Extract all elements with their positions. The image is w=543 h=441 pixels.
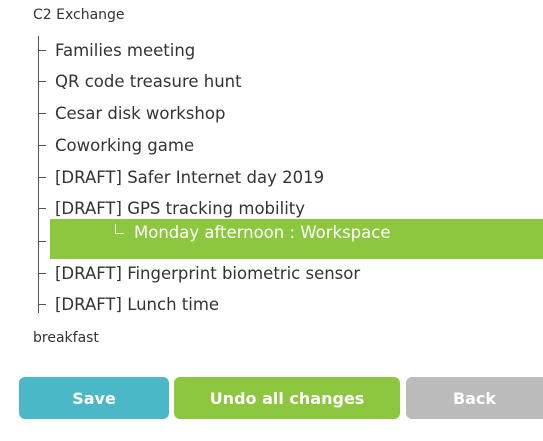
tree-item-label: Coworking game bbox=[55, 135, 195, 155]
tree-child-connector bbox=[115, 224, 124, 234]
tree-item[interactable]: Coworking game bbox=[38, 134, 194, 156]
tree-branch-tick bbox=[38, 272, 46, 274]
save-button[interactable]: Save bbox=[19, 377, 169, 419]
tree-branch-tick bbox=[38, 303, 46, 305]
tree-item-label: Families meeting bbox=[55, 40, 196, 60]
tree-branch-tick bbox=[38, 49, 46, 51]
tree-item-label: QR code treasure hunt bbox=[55, 71, 242, 91]
tree-item[interactable]: QR code treasure hunt bbox=[38, 70, 242, 92]
tree-bottom-label: breakfast bbox=[33, 330, 99, 346]
tree-item[interactable]: [DRAFT] Safer Internet day 2019 bbox=[38, 166, 324, 188]
tree-item-label: [DRAFT] GPS tracking mobility bbox=[55, 198, 306, 218]
tree-item-label: Cesar disk workshop bbox=[55, 103, 226, 123]
tree-item-label: [DRAFT] Fingerprint biometric sensor bbox=[55, 263, 361, 283]
tree-branch-tick bbox=[38, 241, 46, 242]
tree-item[interactable]: [DRAFT] Fingerprint biometric sensor bbox=[38, 262, 360, 284]
tree-branch-tick bbox=[38, 207, 46, 209]
tree-item-label: [DRAFT] Lunch time bbox=[55, 294, 220, 314]
tree-item-label: Monday afternoon : Workspace bbox=[134, 222, 391, 242]
tree-item[interactable]: Cesar disk workshop bbox=[38, 102, 225, 124]
tree-branch-tick bbox=[38, 176, 46, 178]
tree-branch-tick bbox=[38, 112, 46, 114]
undo-all-changes-button[interactable]: Undo all changes bbox=[174, 377, 400, 419]
tree-item[interactable]: [DRAFT] GPS tracking mobility bbox=[38, 197, 305, 219]
event-tree: Families meeting QR code treasure hunt C… bbox=[0, 0, 543, 330]
tree-branch-tick bbox=[38, 144, 46, 146]
tree-item[interactable]: [DRAFT] Lunch time bbox=[38, 293, 219, 315]
tree-item-selected[interactable]: Monday afternoon : Workspace bbox=[115, 220, 390, 244]
tree-item[interactable]: Families meeting bbox=[38, 39, 195, 61]
back-button[interactable]: Back bbox=[406, 377, 543, 419]
tree-item-label: [DRAFT] Safer Internet day 2019 bbox=[55, 167, 325, 187]
tree-branch-tick bbox=[38, 80, 46, 82]
